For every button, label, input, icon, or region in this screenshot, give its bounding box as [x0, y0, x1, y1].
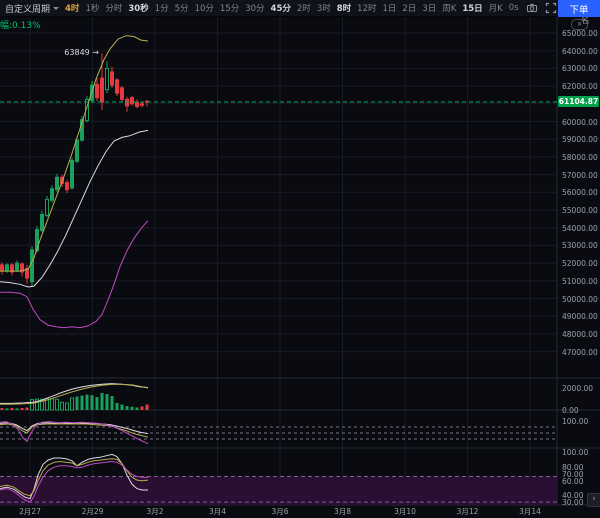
- change-percent-label: 涨幅:0.13%: [0, 18, 41, 31]
- timeframe-2时[interactable]: 2时: [297, 2, 311, 14]
- price-axis-label: 49000.00: [562, 312, 598, 321]
- place-order-button[interactable]: 下单: [558, 0, 600, 17]
- price-axis-label: 51000.00: [562, 277, 598, 286]
- kdj-panel: [0, 454, 557, 505]
- timeframe-30分[interactable]: 30分: [245, 2, 264, 14]
- price-axis-label: 48000.00: [562, 330, 598, 339]
- grid-lines: [0, 17, 557, 505]
- rsi-panel: [0, 422, 557, 444]
- fullscreen-icon[interactable]: [545, 2, 557, 14]
- time-axis-label: 3月8: [326, 507, 360, 516]
- timeframe-3日[interactable]: 3日: [422, 2, 436, 14]
- timeframe-4时[interactable]: 4时: [65, 2, 79, 14]
- timeframe-list: 4时 1秒分时 30秒 1分 5分 10分 15分 30分 45分 2时 3时 8时 12时 1日 2日 3日…: [65, 2, 503, 14]
- custom-period-label: 自定义周期: [5, 2, 50, 15]
- current-price-tag: 61104.87: [558, 96, 599, 107]
- price-axis-label: 53000.00: [562, 241, 598, 250]
- screenshot-camera-icon[interactable]: [526, 2, 538, 14]
- time-axis-label: 3月14: [513, 507, 547, 516]
- price-axis-label: 62000.00: [562, 82, 598, 91]
- price-axis-label: 63000.00: [562, 64, 598, 73]
- indicator-axis-label: 0.00: [562, 406, 579, 415]
- timeframe-45分[interactable]: 45分: [271, 2, 291, 14]
- timeframe-月K[interactable]: 月K: [489, 2, 503, 14]
- price-axis-label: 59000.00: [562, 135, 598, 144]
- time-axis-label: 3月2: [138, 507, 172, 516]
- indicator-axis-label: 100.00: [562, 448, 588, 457]
- price-axis-label: 47000.00: [562, 348, 598, 357]
- timeframe-8时[interactable]: 8时: [337, 2, 351, 14]
- high-price-annotation: 63849 →: [57, 48, 99, 57]
- time-axis-label: 2月29: [76, 507, 110, 516]
- timeframe-10分[interactable]: 10分: [195, 2, 214, 14]
- price-axis-label: 65000.00: [562, 29, 598, 38]
- chevron-down-icon: [53, 7, 59, 10]
- indicator-axis-label: 60.00: [562, 477, 583, 486]
- time-axis-label: 3月12: [451, 507, 485, 516]
- timeframe-30秒[interactable]: 30秒: [128, 2, 148, 14]
- timeframe-0s[interactable]: 0s: [509, 3, 519, 13]
- timeframe-周K[interactable]: 周K: [442, 2, 456, 14]
- price-axis-label: 58000.00: [562, 153, 598, 162]
- price-axis-label: 56000.00: [562, 188, 598, 197]
- indicator-axis-label: 30.00: [562, 498, 583, 507]
- timeframe-15日[interactable]: 15日: [462, 2, 482, 14]
- price-axis-label: 50000.00: [562, 295, 598, 304]
- price-axis-label: 64000.00: [562, 47, 598, 56]
- timeframe-1分[interactable]: 1分: [155, 2, 169, 14]
- indicator-axis-label: 2000.00: [562, 384, 593, 393]
- time-axis-label: 2月27: [13, 507, 47, 516]
- timeframe-3时[interactable]: 3时: [317, 2, 331, 14]
- timeframe-1日[interactable]: 1日: [382, 2, 396, 14]
- timeframe-2日[interactable]: 2日: [402, 2, 416, 14]
- time-axis-label: 3月4: [201, 507, 235, 516]
- price-axis-label: 52000.00: [562, 259, 598, 268]
- volume-panel: [0, 384, 149, 410]
- price-axis-label: 55000.00: [562, 206, 598, 215]
- timeframe-1秒[interactable]: 1秒: [85, 2, 99, 14]
- custom-period-selector[interactable]: 自定义周期: [5, 2, 59, 15]
- price-axis-label: 54000.00: [562, 224, 598, 233]
- timeframe-15分[interactable]: 15分: [220, 2, 239, 14]
- time-axis-label: 3月6: [263, 507, 297, 516]
- timeframe-5分[interactable]: 5分: [175, 2, 189, 14]
- indicator-axis-label: 100.00: [562, 417, 588, 426]
- price-axis-label: 57000.00: [562, 171, 598, 180]
- price-axis-label: 60000.00: [562, 118, 598, 127]
- chart-toolbar: 自定义周期 4时 1秒分时 30秒 1分 5分 10分 15分 30分 45分 2时 3时 8时 12时…: [0, 0, 600, 17]
- timeframe-12时[interactable]: 12时: [357, 2, 376, 14]
- trading-chart-app: 自定义周期 4时 1秒分时 30秒 1分 5分 10分 15分 30分 45分 2时 3时 8时 12时…: [0, 0, 600, 518]
- expand-arrow-icon[interactable]: ›: [587, 493, 600, 507]
- timeframe-分时[interactable]: 分时: [105, 2, 122, 14]
- price-chart-canvas[interactable]: [0, 0, 600, 518]
- time-axis-label: 3月10: [388, 507, 422, 516]
